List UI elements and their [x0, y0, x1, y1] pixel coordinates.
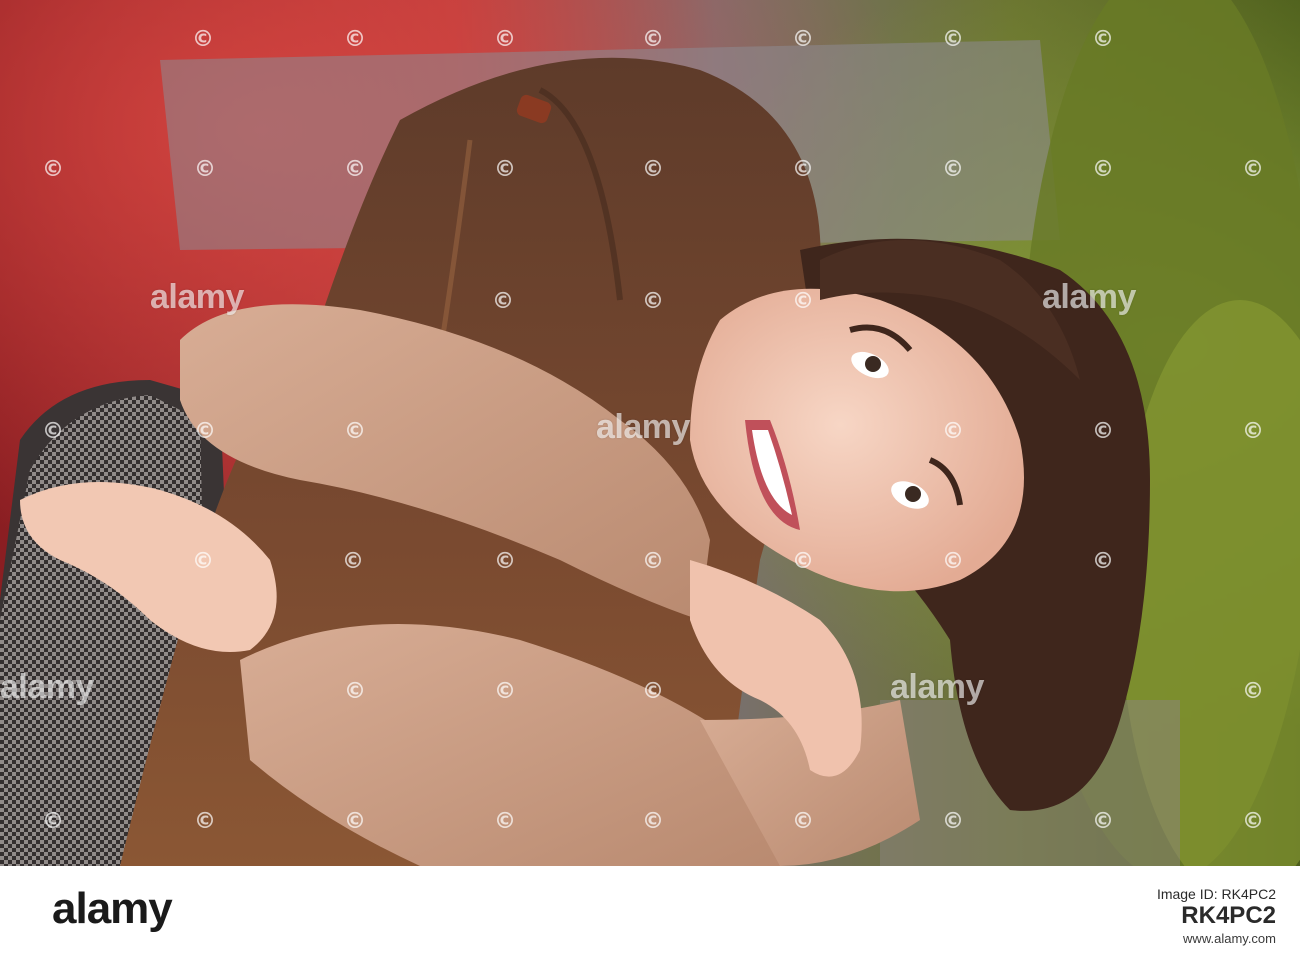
watermark-mark: ©	[192, 549, 214, 574]
watermark-mark: ©	[1092, 419, 1114, 444]
watermark-mark: ©	[642, 809, 664, 834]
watermark-mark: ©	[642, 27, 664, 52]
watermark-mark: ©	[792, 289, 814, 314]
watermark-mark: ©	[494, 809, 516, 834]
watermark-mark: ©	[642, 157, 664, 182]
watermark-mark: ©	[792, 549, 814, 574]
watermark-mark: ©	[1092, 809, 1114, 834]
footer-bar: alamy Image ID: RK4PC2 RK4PC2 www.alamy.…	[0, 866, 1300, 956]
watermark-mark: ©	[942, 157, 964, 182]
watermark-mark: ©	[1092, 549, 1114, 574]
watermark-text: alamy	[596, 408, 690, 446]
photo: © © © © © © © © © © © © © © © © alamy al…	[0, 0, 1300, 866]
watermark-mark: ©	[792, 27, 814, 52]
page: © © © © © © © © © © © © © © © © alamy al…	[0, 0, 1300, 956]
footer-url: www.alamy.com	[1183, 931, 1276, 946]
watermark-mark: ©	[1242, 679, 1264, 704]
watermark-mark: ©	[194, 157, 216, 182]
watermark-mark: ©	[942, 419, 964, 444]
watermark-mark: ©	[642, 289, 664, 314]
watermark-mark: ©	[494, 679, 516, 704]
watermark-mark: ©	[344, 809, 366, 834]
watermark-text: alamy	[890, 668, 984, 706]
image-id-block: Image ID: RK4PC2 RK4PC2	[1157, 886, 1276, 930]
watermark-mark: ©	[42, 157, 64, 182]
watermark-mark: ©	[342, 549, 364, 574]
watermark-mark: ©	[642, 679, 664, 704]
watermark-text: alamy	[150, 278, 244, 316]
watermark-mark: ©	[344, 27, 366, 52]
watermark-mark: ©	[1092, 27, 1114, 52]
watermark-mark: ©	[792, 157, 814, 182]
watermark-mark: ©	[192, 27, 214, 52]
watermark-mark: ©	[344, 157, 366, 182]
watermark-mark: ©	[1092, 157, 1114, 182]
watermark-mark: ©	[494, 157, 516, 182]
alamy-logo: alamy	[52, 884, 173, 933]
image-id-value: RK4PC2	[1181, 902, 1276, 929]
watermark-mark: ©	[1242, 419, 1264, 444]
watermark-mark: ©	[1242, 157, 1264, 182]
watermark-mark: ©	[42, 809, 64, 834]
watermark-mark: ©	[642, 549, 664, 574]
watermark-text: alamy	[0, 668, 94, 706]
watermark-mark: ©	[1242, 809, 1264, 834]
image-id-label: Image ID: RK4PC2	[1156, 886, 1276, 902]
watermark-mark: ©	[194, 419, 216, 444]
watermark-mark: ©	[942, 27, 964, 52]
watermark-mark: ©	[344, 679, 366, 704]
watermark-mark: ©	[194, 809, 216, 834]
watermark-mark: ©	[344, 419, 366, 444]
watermark-mark: ©	[492, 289, 514, 314]
watermark-mark: ©	[942, 809, 964, 834]
watermark-mark: ©	[494, 549, 516, 574]
watermark-mark: ©	[792, 809, 814, 834]
watermark-text: alamy	[1042, 278, 1136, 316]
watermark-mark: ©	[494, 27, 516, 52]
watermark-mark: ©	[42, 419, 64, 444]
watermark-mark: ©	[942, 549, 964, 574]
